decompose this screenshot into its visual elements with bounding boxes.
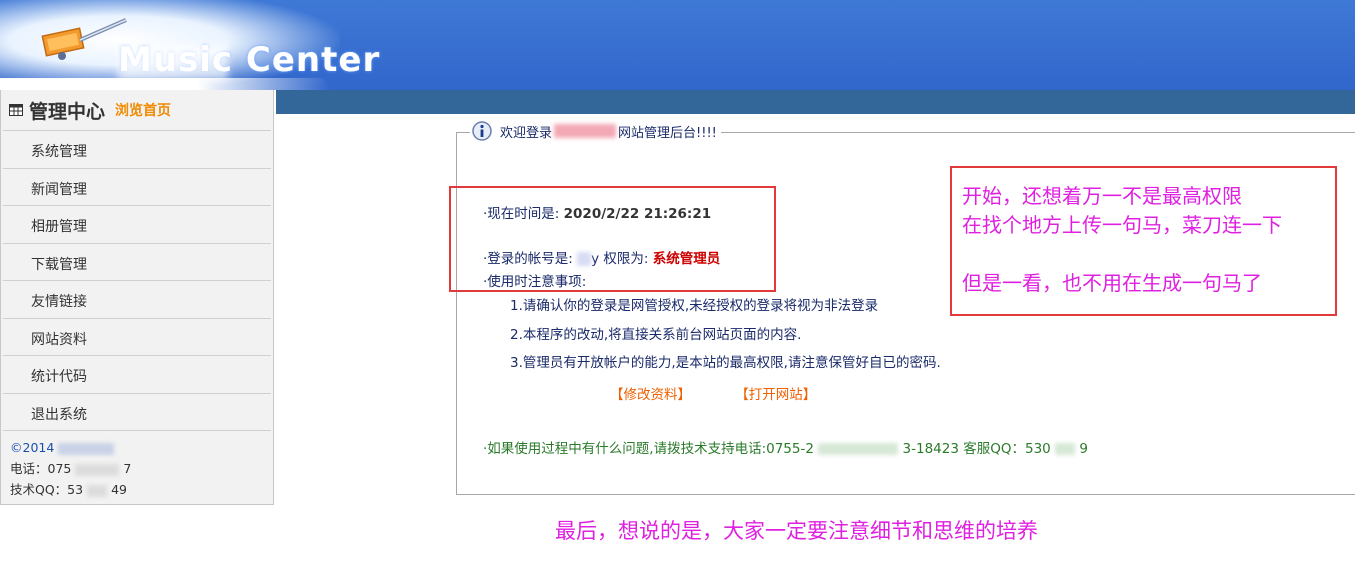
sidebar-item-stats-code[interactable]: 统计代码 <box>3 356 271 394</box>
table-icon <box>9 104 23 116</box>
sidebar-item-album[interactable]: 相册管理 <box>3 206 271 244</box>
highlight-box <box>449 186 776 292</box>
welcome-prefix: 欢迎登录 <box>500 125 553 141</box>
browse-home-link[interactable]: 浏览首页 <box>115 100 171 120</box>
sidebar-footer: ©2014 电话：075 7 技术QQ：53 49 <box>1 431 273 500</box>
redacted-block <box>75 463 120 476</box>
sidebar-item-news[interactable]: 新闻管理 <box>3 169 271 206</box>
redacted-block <box>58 442 115 455</box>
info-icon <box>472 121 492 141</box>
annotation-line: 但是一看，也不用在生成一句马了 <box>962 271 1262 295</box>
phone-text: 电话：075 <box>10 461 72 476</box>
note-item: 2.本程序的改动,将直接关系前台网站页面的内容. <box>510 326 802 343</box>
open-site-link[interactable]: 【打开网站】 <box>735 387 816 403</box>
satellite-logo-icon <box>41 18 127 60</box>
top-strip <box>276 90 1355 114</box>
sidebar: 管理中心 浏览首页 系统管理 新闻管理 相册管理 下载管理 友情链接 网站资料 … <box>0 90 274 505</box>
support-tail: 9 <box>1079 441 1088 457</box>
copyright-text: ©2014 <box>10 440 55 455</box>
redacted-qq <box>1055 443 1076 455</box>
sidebar-title: 管理中心 <box>29 100 106 123</box>
edit-profile-link[interactable]: 【修改资料】 <box>610 387 691 403</box>
redacted-phone <box>818 443 899 455</box>
support-line: ·如果使用过程中有什么问题,请拨技术支持电话:0755-2 3-18423 客服… <box>483 437 1088 457</box>
welcome-suffix: 网站管理后台!!!! <box>618 125 717 141</box>
annotation-line: 在找个地方上传一句马，菜刀连一下 <box>962 213 1282 237</box>
annotation-gap <box>962 240 1335 269</box>
annotation-footer: 最后，想说的是，大家一定要注意细节和思维的培养 <box>555 519 1038 543</box>
sidebar-item-download[interactable]: 下载管理 <box>3 244 271 281</box>
annotation-line: 开始，还想着万一不是最高权限 <box>962 184 1242 208</box>
qq-text: 技术QQ：53 <box>10 482 84 497</box>
phone-tail: 7 <box>123 461 132 476</box>
note-item: 1.请确认你的登录是网管授权,未经授权的登录将视为非法登录 <box>510 298 879 314</box>
annotation-box: 开始，还想着万一不是最高权限 在找个地方上传一句马，菜刀连一下 但是一看，也不用… <box>950 166 1337 316</box>
welcome-legend: 欢迎登录 网站管理后台!!!! <box>470 121 721 141</box>
sidebar-item-links[interactable]: 友情链接 <box>3 281 271 319</box>
logo-redaction <box>118 44 228 80</box>
sidebar-item-system[interactable]: 系统管理 <box>3 131 271 169</box>
action-links: 【修改资料】 【打开网站】 <box>610 383 856 403</box>
sidebar-menu: 系统管理 新闻管理 相册管理 下载管理 友情链接 网站资料 统计代码 退出系统 <box>1 131 273 431</box>
notes-list: 1.请确认你的登录是网管授权,未经授权的登录将视为非法登录 2.本程序的改动,将… <box>510 292 941 378</box>
note-item: 3.管理员有开放帐户的能力,是本站的最高权限,请注意保管好自已的密码. <box>510 355 941 371</box>
qq-tail: 49 <box>111 482 127 497</box>
sidebar-item-logout[interactable]: 退出系统 <box>3 394 271 431</box>
support-mid: 3-18423 客服QQ：530 <box>902 441 1051 457</box>
sidebar-item-site-info[interactable]: 网站资料 <box>3 319 271 356</box>
support-prefix: ·如果使用过程中有什么问题,请拨技术支持电话:0755-2 <box>483 441 814 457</box>
redacted-site-name <box>554 124 617 138</box>
header-banner: Music Center <box>0 0 1355 90</box>
redacted-block <box>87 484 108 497</box>
sidebar-header: 管理中心 浏览首页 <box>3 90 271 131</box>
